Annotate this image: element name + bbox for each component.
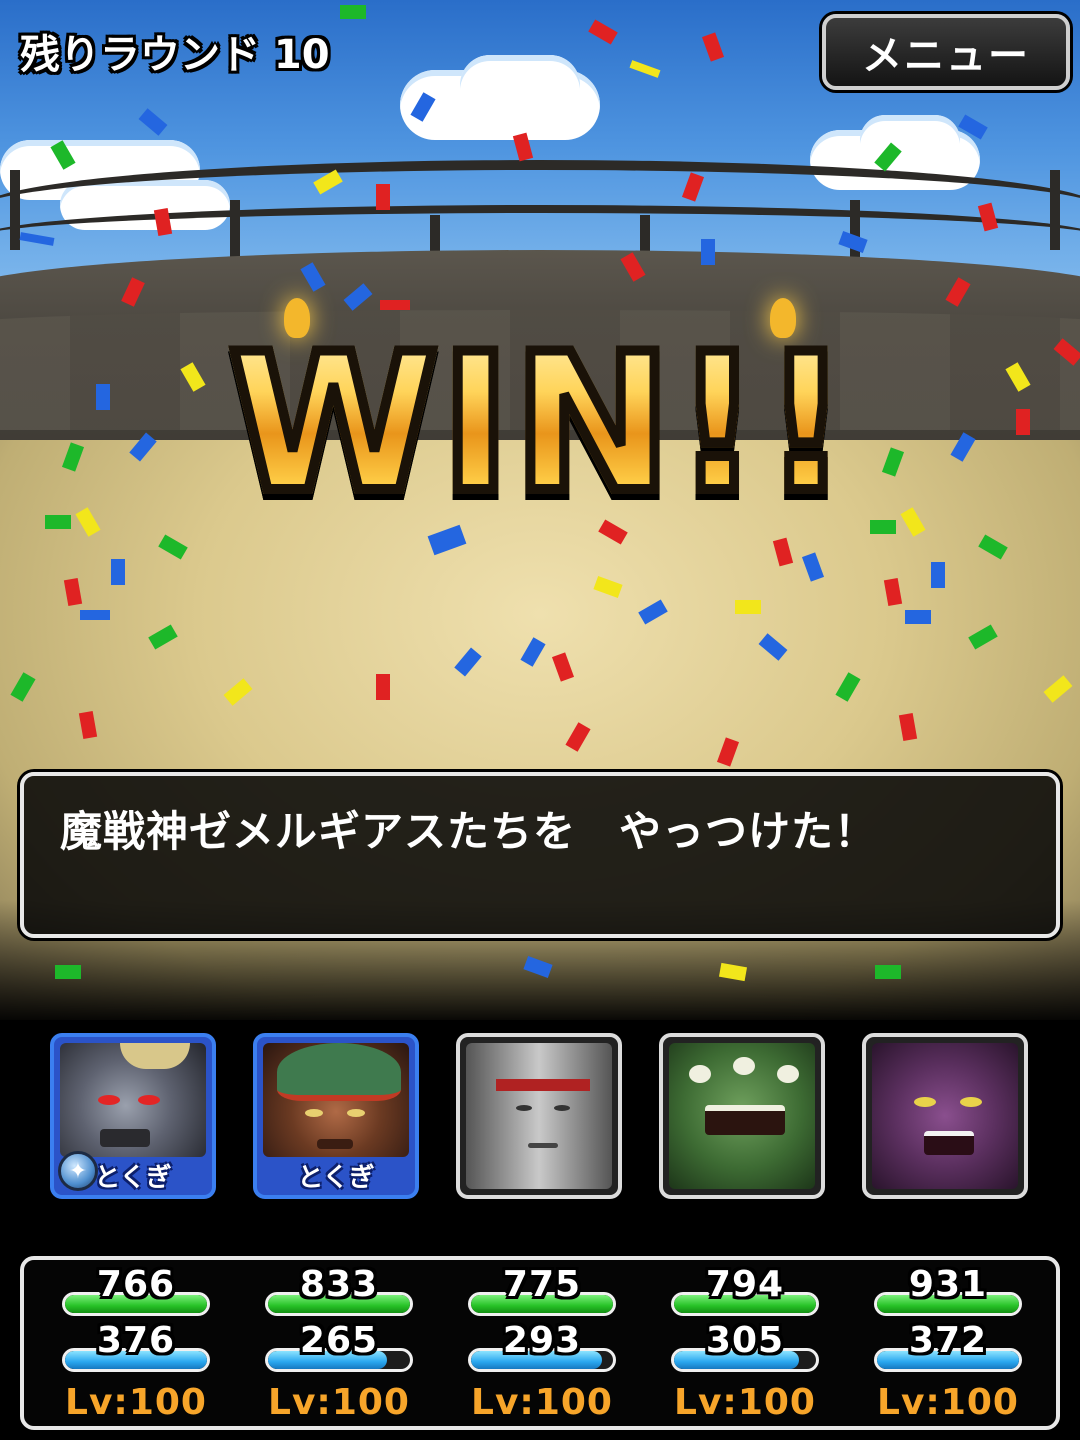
monster-face xyxy=(872,1043,1018,1189)
level-label: Lv:100 xyxy=(674,1382,816,1423)
fence-post xyxy=(230,200,240,260)
hp-value: 794 xyxy=(705,1264,785,1305)
monster-face xyxy=(263,1043,409,1157)
monster-eye xyxy=(554,1105,570,1111)
monster-eye xyxy=(777,1065,799,1083)
hp-value: 833 xyxy=(299,1264,379,1305)
party-member-1-stats: 766 376 Lv:100 xyxy=(56,1260,212,1430)
monster-eye xyxy=(347,1109,365,1117)
party-member-3-portrait[interactable] xyxy=(456,1033,622,1199)
confetti xyxy=(376,184,390,210)
monster-face xyxy=(466,1043,612,1189)
mp-value: 265 xyxy=(299,1320,379,1361)
confetti xyxy=(931,562,945,588)
hp-value: 931 xyxy=(908,1264,988,1305)
confetti xyxy=(96,384,110,410)
party-member-2-portrait[interactable]: とくぎ xyxy=(253,1033,419,1199)
confetti xyxy=(380,300,410,310)
monster-eye xyxy=(98,1095,120,1105)
battle-message-text: 魔戦神ゼメルギアスたちを やっつけた！ xyxy=(60,807,878,856)
mp-value: 305 xyxy=(705,1320,785,1361)
remaining-rounds-label: 残りラウンド 10 xyxy=(20,32,330,78)
party-member-3-stats: 775 293 Lv:100 xyxy=(462,1260,618,1430)
confetti xyxy=(1016,409,1030,435)
monster-eye xyxy=(138,1095,160,1105)
confetti xyxy=(340,5,366,19)
monster-helmet xyxy=(277,1043,401,1101)
party-member-2-stats: 833 265 Lv:100 xyxy=(259,1260,415,1430)
monster-eye xyxy=(960,1097,982,1107)
hp-value: 775 xyxy=(502,1264,582,1305)
monster-mouth xyxy=(528,1143,558,1148)
confetti xyxy=(45,515,71,529)
monster-face xyxy=(60,1043,206,1157)
confetti xyxy=(701,239,715,265)
monster-mouth xyxy=(317,1139,353,1149)
cloud xyxy=(860,115,960,165)
battle-message-box[interactable]: 魔戦神ゼメルギアスたちを やっつけた！ xyxy=(20,772,1060,938)
cloud xyxy=(460,55,580,115)
party-member-4-stats: 794 305 Lv:100 xyxy=(665,1260,821,1430)
confetti xyxy=(735,600,761,614)
mp-value: 376 xyxy=(96,1320,176,1361)
monster-mouth xyxy=(924,1131,974,1155)
confetti xyxy=(875,965,901,979)
confetti xyxy=(376,674,390,700)
win-banner: WIN!! xyxy=(200,308,880,539)
confetti xyxy=(905,610,931,624)
fence-post xyxy=(10,170,20,250)
fence-post xyxy=(1050,170,1060,250)
headband xyxy=(496,1079,590,1091)
monster-eye xyxy=(733,1057,755,1075)
monster-hair xyxy=(120,1043,190,1069)
level-label: Lv:100 xyxy=(65,1382,207,1423)
party-member-5-stats: 931 372 Lv:100 xyxy=(868,1260,1024,1430)
party-member-5-portrait[interactable] xyxy=(862,1033,1028,1199)
monster-eye xyxy=(516,1105,532,1111)
party-member-1-portrait[interactable]: とくぎ ✦ xyxy=(50,1033,216,1199)
gem-icon: ✦ xyxy=(58,1151,98,1191)
level-label: Lv:100 xyxy=(268,1382,410,1423)
mp-value: 293 xyxy=(502,1320,582,1361)
monster-eye xyxy=(305,1109,323,1117)
level-label: Lv:100 xyxy=(471,1382,613,1423)
monster-eye xyxy=(689,1065,711,1083)
monster-eye xyxy=(914,1097,936,1107)
monster-face xyxy=(669,1043,815,1189)
mp-value: 372 xyxy=(908,1320,988,1361)
hp-value: 766 xyxy=(96,1264,176,1305)
confetti xyxy=(55,965,81,979)
level-label: Lv:100 xyxy=(877,1382,1019,1423)
party-portraits: とくぎ ✦ とくぎ xyxy=(50,1033,1030,1199)
party-status-panel: 766 376 Lv:100 833 265 Lv:100 775 293 Lv… xyxy=(20,1256,1060,1430)
tokugi-tag: とくぎ xyxy=(297,1163,375,1193)
monster-mouth xyxy=(705,1105,785,1135)
menu-button[interactable]: メニュー xyxy=(822,14,1070,90)
confetti xyxy=(111,559,125,585)
monster-mouth xyxy=(100,1129,150,1147)
confetti xyxy=(80,610,110,620)
party-member-4-portrait[interactable] xyxy=(659,1033,825,1199)
